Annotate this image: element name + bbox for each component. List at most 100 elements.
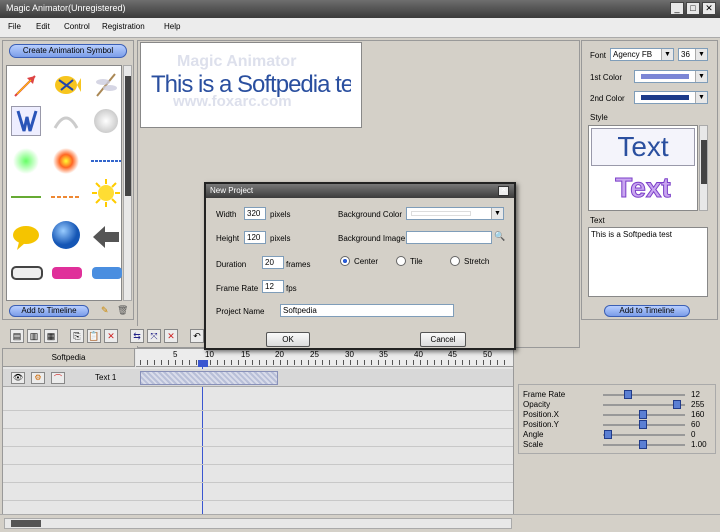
browse-search-icon[interactable]: 🔍: [494, 231, 505, 242]
radio-stretch[interactable]: [450, 256, 460, 266]
bgimage-label: Background Image: [338, 234, 406, 243]
copy-layer-icon[interactable]: ▥: [27, 329, 41, 343]
framerate-slider[interactable]: [603, 390, 685, 399]
edit-icon[interactable]: ✎: [101, 305, 109, 316]
line-green-symbol[interactable]: [11, 182, 41, 212]
tick-label: 10: [205, 350, 214, 359]
timeline-ruler[interactable]: 5 10 15 20 25 30 35 40 45 50: [136, 349, 513, 367]
style-option-2[interactable]: Text: [591, 170, 695, 208]
symbol-scrollbar[interactable]: [123, 65, 132, 301]
prop-position-y: Position.Y 60: [523, 420, 700, 429]
position-y-slider[interactable]: [603, 420, 685, 429]
speech-bubble-symbol[interactable]: [11, 222, 41, 252]
text-symbol[interactable]: [11, 106, 41, 136]
width-input[interactable]: 320: [244, 207, 266, 220]
add-to-timeline-right-button[interactable]: Add to Timeline: [604, 305, 690, 317]
glow-white-symbol[interactable]: [91, 106, 121, 136]
style-option-1[interactable]: Text: [591, 128, 695, 166]
position-x-slider[interactable]: [603, 410, 685, 419]
blue-bar-symbol[interactable]: [91, 264, 122, 284]
radio-tile-label: Tile: [410, 257, 423, 266]
text-area[interactable]: This is a Softpedia test: [588, 227, 708, 297]
duration-input[interactable]: 20: [262, 256, 284, 269]
tick-label: 35: [379, 350, 388, 359]
arc-symbol[interactable]: [51, 106, 81, 136]
paste-icon[interactable]: 📋: [87, 329, 101, 343]
glow-green-symbol[interactable]: [11, 146, 41, 176]
framerate-label: Frame Rate: [216, 284, 259, 293]
radio-center[interactable]: [340, 256, 350, 266]
minimize-button[interactable]: _: [670, 2, 684, 15]
scale-slider[interactable]: [603, 440, 685, 449]
cancel-button[interactable]: Cancel: [420, 332, 466, 347]
height-input[interactable]: 120: [244, 231, 266, 244]
delete-layer-icon[interactable]: ✕: [104, 329, 118, 343]
dialog-title: New Project: [210, 186, 254, 195]
prop-scale: Scale 1.00: [523, 440, 707, 449]
menu-control[interactable]: Control: [64, 22, 90, 31]
height-unit: pixels: [270, 234, 291, 243]
width-unit: pixels: [270, 210, 291, 219]
line-blue-symbol[interactable]: [91, 146, 121, 176]
menu-registration[interactable]: Registration: [102, 22, 145, 31]
angle-slider[interactable]: [603, 430, 685, 439]
bgimage-input[interactable]: [406, 231, 492, 244]
dialog-close-button[interactable]: ✕: [498, 186, 509, 196]
tick-label: 5: [173, 350, 178, 359]
symbol-grid: [6, 65, 122, 301]
layer-row[interactable]: 👁 ⚙ ⌒ Text 1: [3, 369, 513, 387]
playhead-marker[interactable]: [198, 360, 208, 367]
font-select[interactable]: Agency FB ▼: [610, 48, 674, 61]
maximize-button[interactable]: □: [686, 2, 700, 15]
menu-edit[interactable]: Edit: [36, 22, 50, 31]
prop-opacity: Opacity 255: [523, 400, 705, 409]
stage[interactable]: Magic Animator This is a Softpedia test …: [140, 42, 362, 128]
pink-bar-symbol[interactable]: [51, 264, 82, 284]
new-layer-icon[interactable]: ▤: [10, 329, 24, 343]
undo-icon[interactable]: ↶: [190, 329, 204, 343]
insert-frame-icon[interactable]: ⇆: [130, 329, 144, 343]
lock-icon[interactable]: ⚙: [31, 372, 45, 384]
add-to-timeline-left-button[interactable]: Add to Timeline: [9, 305, 89, 317]
layer-frames[interactable]: [140, 371, 278, 385]
style-scrollbar[interactable]: [699, 125, 708, 211]
white-bar-symbol[interactable]: [11, 264, 43, 284]
dragonfly-symbol[interactable]: [91, 70, 121, 100]
font-size-select[interactable]: 36 ▼: [678, 48, 708, 61]
menu-help[interactable]: Help: [164, 22, 180, 31]
tick-label: 50: [483, 350, 492, 359]
font-size-value: 36: [681, 50, 690, 59]
remove-frame-icon[interactable]: ✕: [164, 329, 178, 343]
layer-props-icon[interactable]: ▦: [44, 329, 58, 343]
fish-symbol[interactable]: [51, 70, 81, 100]
opacity-slider[interactable]: [603, 400, 685, 409]
line-orange-symbol[interactable]: [51, 182, 81, 212]
close-button[interactable]: ✕: [702, 2, 716, 15]
delete-icon[interactable]: 🗑: [117, 305, 128, 316]
ok-button[interactable]: OK: [266, 332, 310, 347]
properties-panel: Font Agency FB ▼ 36 ▼ 1st Color ▼ 2nd Co…: [581, 40, 718, 320]
bgcolor-label: Background Color: [338, 210, 403, 219]
keyframe-icon[interactable]: ⤧: [147, 329, 161, 343]
window-title: Magic Animator(Unregistered): [6, 3, 126, 13]
sun-symbol[interactable]: [91, 178, 121, 208]
create-animation-symbol-button[interactable]: Create Animation Symbol: [9, 44, 127, 58]
outline-icon[interactable]: ⌒: [51, 372, 65, 384]
layer-name: Text 1: [95, 373, 117, 382]
blue-ball-symbol[interactable]: [51, 220, 81, 250]
color1-select[interactable]: ▼: [634, 70, 708, 83]
glow-orange-symbol[interactable]: [51, 146, 81, 176]
prop-angle: Angle 0: [523, 430, 696, 439]
framerate-input[interactable]: 12: [262, 280, 284, 293]
copy-icon[interactable]: ⎘: [70, 329, 84, 343]
arrow-symbol[interactable]: [11, 70, 41, 100]
color2-select[interactable]: ▼: [634, 91, 708, 104]
horizontal-scrollbar[interactable]: [0, 514, 720, 532]
bgcolor-select[interactable]: ▼: [406, 207, 504, 220]
menu-file[interactable]: File: [8, 22, 21, 31]
style-list: Text Text: [588, 125, 698, 211]
project-name-input[interactable]: Softpedia: [280, 304, 454, 317]
eye-icon[interactable]: 👁: [11, 372, 25, 384]
radio-tile[interactable]: [396, 256, 406, 266]
back-arrow-symbol[interactable]: [91, 222, 121, 252]
